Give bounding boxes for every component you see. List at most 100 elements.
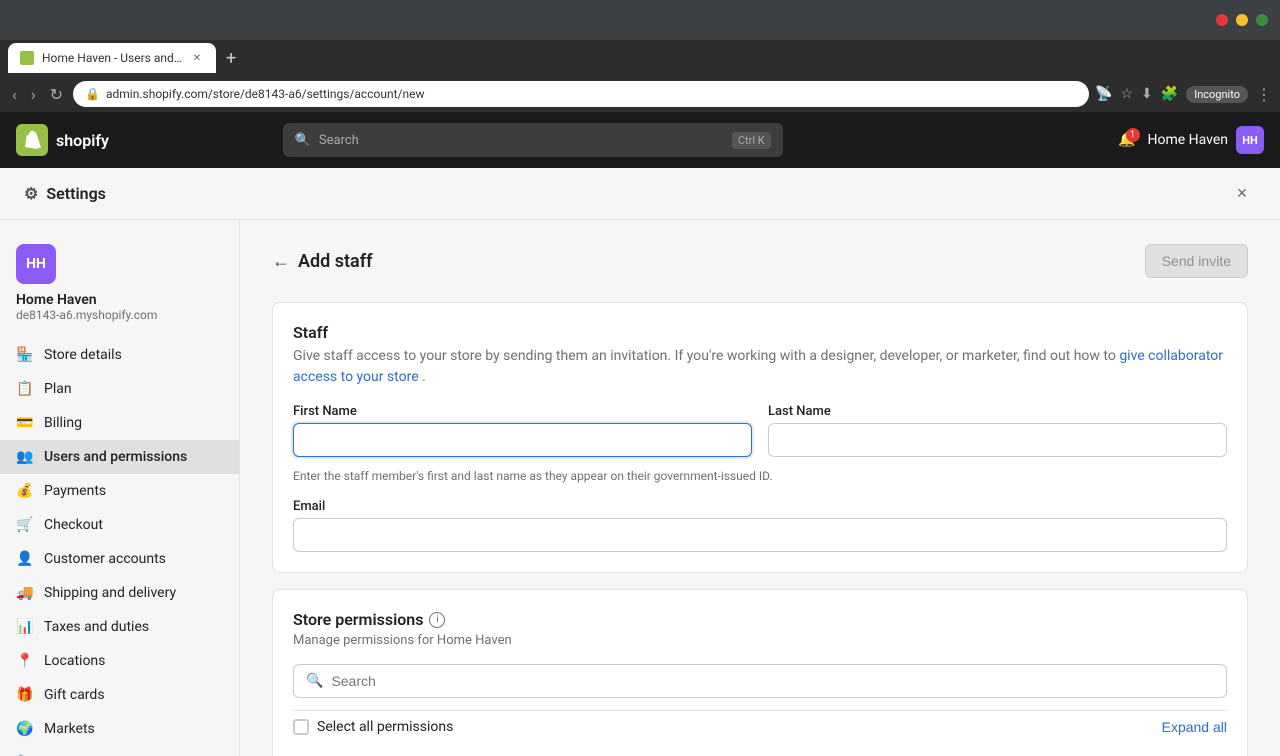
permissions-title: Store permissions [293,610,423,629]
shopify-logo-icon [16,124,48,156]
global-search-bar[interactable]: 🔍 Search Ctrl K [283,123,783,157]
menu-icon[interactable]: ⋮ [1256,85,1272,104]
store-badge[interactable]: Home Haven HH [1148,126,1265,154]
sidebar-item-plan[interactable]: 📋 Plan [0,372,239,406]
send-invite-btn[interactable]: Send invite [1145,244,1248,278]
expand-all-btn[interactable]: Expand all [1162,719,1227,735]
sidebar-label-taxes: Taxes and duties [44,619,149,635]
url-text: admin.shopify.com/store/de8143-a6/settin… [106,87,424,101]
settings-header: ⚙ Settings × [0,168,1280,220]
sidebar-label-users: Users and permissions [44,449,187,465]
cast-icon: 📡 [1095,86,1112,102]
last-name-input[interactable] [768,423,1227,457]
tab-title: Home Haven - Users and permi [42,51,182,65]
window-controls [1216,14,1268,26]
last-name-group: Last Name [768,404,1227,457]
settings-title-text: Settings [46,184,106,203]
browser-tabs: Home Haven - Users and permi ✕ + [0,40,1280,76]
email-group: Email [293,499,1227,552]
window-close-btn[interactable] [1216,14,1228,26]
permissions-search-icon: 🔍 [306,673,323,689]
name-form-row: First Name Last Name [293,404,1227,457]
search-icon: 🔍 [295,133,311,148]
new-tab-btn[interactable]: + [220,48,242,69]
window-max-btn[interactable] [1256,14,1268,26]
settings-body: HH Home Haven de8143-a6.myshopify.com 🏪 … [0,220,1280,756]
sidebar-label-shipping: Shipping and delivery [44,585,176,601]
tab-close-btn[interactable]: ✕ [190,51,204,65]
billing-icon: 💳 [16,414,34,432]
sidebar-item-taxes[interactable]: 📊 Taxes and duties [0,610,239,644]
select-all-checkbox[interactable] [293,719,309,735]
permissions-search-input[interactable] [331,673,1214,689]
permissions-info-icon[interactable]: i [429,612,445,628]
store-info: HH Home Haven de8143-a6.myshopify.com [0,236,239,338]
notification-badge: 1 [1126,128,1140,142]
search-permissions-field[interactable]: 🔍 [293,664,1227,698]
store-details-icon: 🏪 [16,346,34,364]
sidebar-label-billing: Billing [44,415,82,431]
shopify-logo[interactable]: shopify [16,124,109,156]
sidebar-label-locations: Locations [44,653,105,669]
staff-desc-end: . [422,369,426,385]
sidebar-item-users[interactable]: 👥 Users and permissions [0,440,239,474]
search-shortcut: Ctrl K [732,132,771,149]
store-name-label: Home Haven [1148,132,1229,148]
extensions-icon: 🧩 [1161,86,1178,102]
settings-panel: ⚙ Settings × HH Home Haven de8143-a6.mys… [0,168,1280,756]
settings-close-btn[interactable]: × [1228,180,1256,208]
browser-chrome [0,0,1280,40]
sidebar-item-shipping[interactable]: 🚚 Shipping and delivery [0,576,239,610]
sidebar-label-store-details: Store details [44,347,122,363]
sidebar-label-checkout: Checkout [44,517,103,533]
permissions-card: Store permissions i Manage permissions f… [272,589,1248,756]
email-input[interactable] [293,518,1227,552]
checkout-icon: 🛒 [16,516,34,534]
staff-section-desc: Give staff access to your store by sendi… [293,346,1227,388]
shopify-topbar: shopify 🔍 Search Ctrl K 🔔 1 Home Haven H… [0,112,1280,168]
sidebar-item-apps[interactable]: 🔧 Apps and sales channels [0,746,239,756]
sidebar-item-gift-cards[interactable]: 🎁 Gift cards [0,678,239,712]
sidebar-item-billing[interactable]: 💳 Billing [0,406,239,440]
shipping-icon: 🚚 [16,584,34,602]
sidebar-item-store-details[interactable]: 🏪 Store details [0,338,239,372]
markets-icon: 🌍 [16,720,34,738]
sidebar-store-name: Home Haven [16,292,223,308]
select-all-label[interactable]: Select all permissions [293,719,453,735]
sidebar-item-markets[interactable]: 🌍 Markets [0,712,239,746]
users-icon: 👥 [16,448,34,466]
name-field-hint: Enter the staff member's first and last … [293,469,1227,483]
staff-section-title: Staff [293,323,1227,342]
permissions-select-row: Select all permissions Expand all [293,710,1227,743]
sidebar-store-domain: de8143-a6.myshopify.com [16,308,223,322]
main-content: ⚙ Settings × HH Home Haven de8143-a6.mys… [0,168,1280,756]
settings-title: ⚙ Settings [24,184,106,203]
refresh-btn[interactable]: ↻ [46,85,67,104]
sidebar-item-locations[interactable]: 📍 Locations [0,644,239,678]
sidebar-store-avatar: HH [16,244,56,284]
sidebar-item-payments[interactable]: 💰 Payments [0,474,239,508]
bookmark-icon[interactable]: ☆ [1120,86,1133,102]
back-nav-btn[interactable]: ‹ [8,85,21,104]
gear-icon: ⚙ [24,184,38,203]
back-arrow-icon: ← [272,251,290,272]
page-title: Add staff [298,251,373,272]
first-name-label: First Name [293,404,752,419]
first-name-group: First Name [293,404,752,457]
first-name-input[interactable] [293,423,752,457]
email-label: Email [293,499,1227,514]
window-min-btn[interactable] [1236,14,1248,26]
taxes-icon: 📊 [16,618,34,636]
address-bar[interactable]: 🔒 admin.shopify.com/store/de8143-a6/sett… [73,81,1089,107]
page-header: ← Add staff Send invite [272,244,1248,278]
back-to-users-btn[interactable]: ← Add staff [272,251,373,272]
sidebar-item-customer-accounts[interactable]: 👤 Customer accounts [0,542,239,576]
shopify-logo-text: shopify [56,131,109,150]
active-tab[interactable]: Home Haven - Users and permi ✕ [8,43,216,73]
notification-btn[interactable]: 🔔 1 [1118,132,1135,148]
sidebar-label-gift-cards: Gift cards [44,687,105,703]
browser-actions: 📡 ☆ ⬇ 🧩 Incognito ⋮ [1095,85,1272,104]
forward-nav-btn[interactable]: › [27,85,40,104]
sidebar-item-checkout[interactable]: 🛒 Checkout [0,508,239,542]
locations-icon: 📍 [16,652,34,670]
